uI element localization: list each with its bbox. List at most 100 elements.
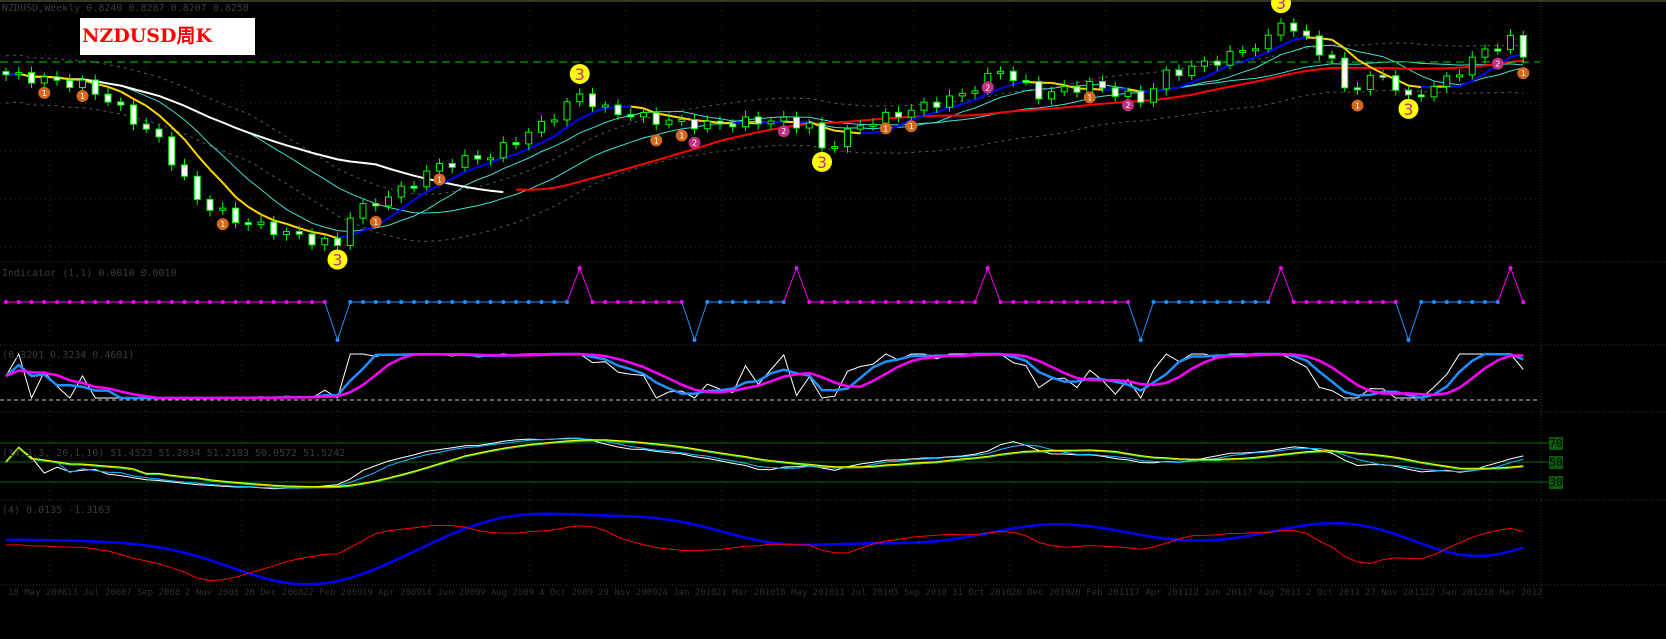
candle-body xyxy=(1290,22,1298,32)
fast-ma-segment xyxy=(451,170,466,180)
fast-ma-segment xyxy=(145,104,160,117)
candle-body xyxy=(40,76,48,84)
candle-body xyxy=(397,185,405,198)
time-axis-label: 18 Mar 2012 xyxy=(1483,588,1543,598)
candle-body xyxy=(780,116,788,122)
candle-body xyxy=(308,233,316,246)
pane5-header: (4) 0.0135 -1.3163 xyxy=(2,505,111,516)
candle-body xyxy=(512,142,520,146)
fast-ma-segment xyxy=(515,147,530,156)
signal-line xyxy=(1280,267,1295,303)
candle-body xyxy=(1405,89,1412,96)
signal-marker-label: 3 xyxy=(1403,100,1413,119)
fast-ma-segment xyxy=(592,107,606,114)
signal-marker-label: 2 xyxy=(781,127,786,136)
candle-body xyxy=(1252,48,1259,52)
signal-marker-label: 1 xyxy=(654,136,659,145)
candle-body xyxy=(1137,90,1145,103)
fast-ma-segment xyxy=(1408,84,1422,89)
pane3-header: (0.3201 0.3234 0.4601) xyxy=(2,350,135,361)
signal-line xyxy=(1267,267,1282,303)
fast-ma-segment xyxy=(222,182,237,198)
time-axis-label: 22 Feb 2009 xyxy=(303,588,363,598)
candle-body xyxy=(1507,34,1514,51)
signal-marker-label: 1 xyxy=(679,132,684,141)
candle-body xyxy=(1162,69,1170,90)
candle-body xyxy=(703,120,711,130)
candle-body xyxy=(946,95,953,108)
candle-body xyxy=(1188,65,1196,77)
time-axis-label: 20 Feb 2011 xyxy=(1070,588,1130,598)
signal-line xyxy=(1127,301,1142,341)
candle-body xyxy=(1111,87,1119,97)
candle-body xyxy=(1341,57,1349,89)
candle-body xyxy=(729,123,737,128)
signal-line xyxy=(579,267,593,303)
candle-body xyxy=(856,125,864,130)
candle-body xyxy=(1213,60,1221,66)
candle-body xyxy=(372,203,380,207)
candle-body xyxy=(499,142,507,159)
title-label-box: NZDUSD周K xyxy=(80,18,255,55)
pane2-header: Indicator (1,1) 0.0010 0.0010 xyxy=(2,268,177,279)
candle-body xyxy=(359,203,367,219)
time-axis-label: 17 Apr 2011 xyxy=(1129,588,1189,598)
candle-body xyxy=(869,123,877,127)
time-axis-label: 9 Aug 2009 xyxy=(480,588,535,598)
signal-line xyxy=(694,301,708,341)
candle-body xyxy=(321,237,329,246)
candle-body xyxy=(130,104,137,125)
signal-marker-label: 1 xyxy=(80,92,85,101)
time-axis-label: 19 Apr 2009 xyxy=(362,588,422,598)
signal-marker-label: 1 xyxy=(883,124,888,133)
price-chart[interactable]: 333331 11 11111 111122222 xyxy=(0,0,1666,639)
band-line-2 xyxy=(5,61,1524,214)
pane4-header: (14,3,3, 20,1,10) 51.4523 51.2834 51.218… xyxy=(2,448,346,459)
fast-ma-segment xyxy=(1459,80,1473,88)
candle-body xyxy=(920,101,928,111)
signal-line xyxy=(987,267,1001,303)
candle-body xyxy=(1468,56,1476,76)
candle-body xyxy=(716,120,724,125)
candle-body xyxy=(805,122,813,129)
signal-marker-label: 2 xyxy=(1495,60,1500,69)
candle-body xyxy=(1099,80,1106,89)
fast-ma-segment xyxy=(668,114,682,119)
signal-line xyxy=(1140,301,1154,341)
time-axis-label: 22 Jan 2012 xyxy=(1424,588,1484,598)
fast-ma-segment xyxy=(579,111,593,120)
fast-ma-segment xyxy=(107,85,122,93)
signal-line xyxy=(324,301,338,341)
rsi-level-30: 30 xyxy=(1549,476,1563,489)
signal-marker-label: 1 xyxy=(437,175,442,184)
fast-ma-segment xyxy=(553,126,568,138)
candle-body xyxy=(2,71,10,76)
candle-body xyxy=(907,109,915,118)
signal-marker-label: 1 xyxy=(373,218,378,227)
signal-marker-label: 3 xyxy=(332,250,342,269)
chart-title: NZDUSD周K xyxy=(82,25,212,47)
candle-body xyxy=(487,157,494,161)
signal-line xyxy=(783,267,797,303)
candle-body xyxy=(1124,90,1132,97)
candle-body xyxy=(1035,81,1043,100)
time-axis-label: 16 May 2010 xyxy=(775,588,835,598)
fast-ma-segment xyxy=(158,114,173,128)
candle-body xyxy=(1226,50,1234,66)
fast-ma-segment xyxy=(477,161,491,169)
candle-body xyxy=(895,111,902,118)
rsi-line-cyan xyxy=(5,438,1524,489)
candle-body xyxy=(168,136,176,166)
candle-body xyxy=(104,93,112,103)
time-axis-label: 11 Jul 2010 xyxy=(834,588,894,598)
signal-line xyxy=(566,267,581,303)
candle-body xyxy=(1481,48,1489,58)
fast-ma-segment xyxy=(974,92,989,101)
signal-marker-label: 2 xyxy=(1125,101,1130,110)
candle-body xyxy=(142,123,150,130)
fast-ma-segment xyxy=(324,233,338,240)
candle-body xyxy=(640,112,647,118)
candle-body xyxy=(844,128,851,148)
time-axis-label: 12 Jun 2011 xyxy=(1188,588,1248,598)
signal-marker-label: 3 xyxy=(817,153,827,172)
